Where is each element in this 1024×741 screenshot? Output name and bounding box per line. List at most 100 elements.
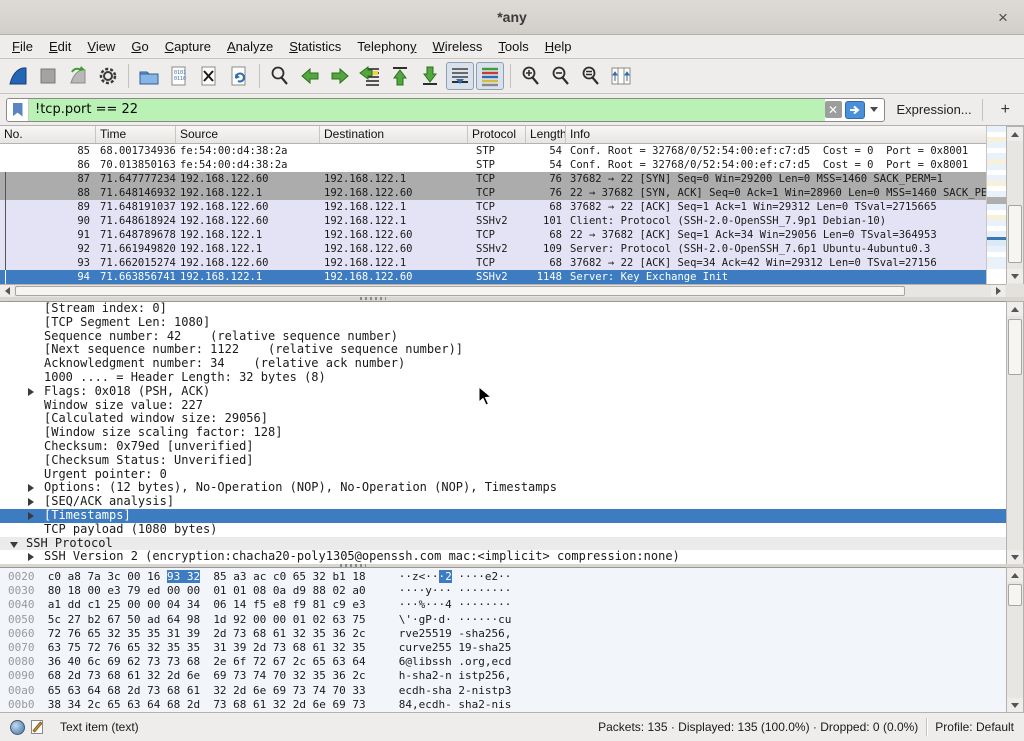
details-vscrollbar[interactable]	[1006, 301, 1024, 564]
packet-row[interactable]: 8971.648191037192.168.122.60192.168.122.…	[0, 200, 986, 214]
detail-row[interactable]: 1000 .... = Header Length: 32 bytes (8)	[0, 371, 1006, 385]
display-filter-field[interactable]: !tcp.port == 22 ✕	[6, 98, 885, 122]
hex-row[interactable]: 00b0 38 34 2c 65 63 64 68 2d 73 68 61 32…	[8, 698, 1024, 712]
column-header-protocol[interactable]: Protocol	[468, 126, 526, 143]
go-first-icon[interactable]	[386, 62, 414, 90]
scrollbar-thumb[interactable]	[1008, 584, 1022, 606]
display-filter-input[interactable]: !tcp.port == 22	[29, 99, 825, 121]
packet-row[interactable]: 9071.648618924192.168.122.60192.168.122.…	[0, 214, 986, 228]
filter-apply-icon[interactable]	[845, 101, 865, 119]
close-window-button[interactable]: ×	[992, 7, 1014, 29]
filter-bookmark-icon[interactable]	[7, 99, 29, 121]
scroll-down-icon[interactable]	[1007, 550, 1023, 564]
packet-row[interactable]: 8871.648146932192.168.122.1192.168.122.6…	[0, 186, 986, 200]
detail-row[interactable]: Flags: 0x018 (PSH, ACK)	[0, 385, 1006, 399]
packet-row[interactable]: 9371.662015274192.168.122.60192.168.122.…	[0, 256, 986, 270]
menu-wireless[interactable]: Wireless	[425, 37, 491, 56]
packet-row[interactable]: 9171.648789678192.168.122.1192.168.122.6…	[0, 228, 986, 242]
add-filter-button[interactable]: +	[993, 101, 1018, 119]
detail-row[interactable]: [Stream index: 0]	[0, 302, 1006, 316]
column-header-destination[interactable]: Destination	[320, 126, 468, 143]
hex-row[interactable]: 0060 72 76 65 32 35 35 31 39 2d 73 68 61…	[8, 627, 1024, 641]
hex-row[interactable]: 0070 63 75 72 76 65 32 35 35 31 39 2d 73…	[8, 641, 1024, 655]
stop-capture-icon[interactable]	[34, 62, 62, 90]
scroll-up-icon[interactable]	[1007, 302, 1023, 316]
hex-row[interactable]: 0050 5c 27 b2 67 50 ad 64 98 1d 92 00 00…	[8, 613, 1024, 627]
start-capture-icon[interactable]	[4, 62, 32, 90]
zoom-out-icon[interactable]	[547, 62, 575, 90]
detail-row[interactable]: [TCP Segment Len: 1080]	[0, 316, 1006, 330]
filter-history-dropdown-icon[interactable]	[870, 107, 878, 112]
auto-scroll-icon[interactable]	[446, 62, 474, 90]
expand-arrow-icon[interactable]	[28, 498, 34, 506]
detail-row[interactable]: Acknowledgment number: 34 (relative ack …	[0, 357, 1006, 371]
menu-capture[interactable]: Capture	[157, 37, 219, 56]
menu-file[interactable]: File	[4, 37, 41, 56]
scrollbar-thumb[interactable]	[1008, 319, 1022, 375]
menu-statistics[interactable]: Statistics	[281, 37, 349, 56]
expression-button[interactable]: Expression...	[897, 102, 972, 117]
column-header-length[interactable]: Length	[526, 126, 566, 143]
restart-capture-icon[interactable]	[64, 62, 92, 90]
column-header-no[interactable]: No.	[0, 126, 96, 143]
packet-list-hscrollbar[interactable]	[0, 284, 1006, 297]
find-packet-icon[interactable]	[266, 62, 294, 90]
scroll-up-icon[interactable]	[1007, 568, 1023, 582]
capture-options-icon[interactable]	[94, 62, 122, 90]
detail-row[interactable]: [Checksum Status: Unverified]	[0, 454, 1006, 468]
detail-row[interactable]: [Next sequence number: 1122 (relative se…	[0, 343, 1006, 357]
hex-row[interactable]: 0090 68 2d 73 68 61 32 2d 6e 69 73 74 70…	[8, 669, 1024, 683]
save-file-icon[interactable]: 01010110	[165, 62, 193, 90]
close-file-icon[interactable]	[195, 62, 223, 90]
go-forward-icon[interactable]	[326, 62, 354, 90]
detail-row[interactable]: Window size value: 227	[0, 399, 1006, 413]
scrollbar-thumb[interactable]	[1008, 205, 1022, 263]
packet-row[interactable]: 9471.663856741192.168.122.1192.168.122.6…	[0, 270, 986, 284]
expand-arrow-icon[interactable]	[28, 512, 34, 520]
title-bar[interactable]: *any ×	[0, 0, 1024, 35]
resize-columns-icon[interactable]	[607, 62, 635, 90]
hex-row[interactable]: 0080 36 40 6c 69 62 73 73 68 2e 6f 72 67…	[8, 655, 1024, 669]
scroll-down-icon[interactable]	[1007, 698, 1023, 712]
go-to-packet-icon[interactable]	[356, 62, 384, 90]
packet-row[interactable]: 8771.647777234192.168.122.60192.168.122.…	[0, 172, 986, 186]
expert-info-icon[interactable]	[10, 720, 25, 735]
status-profile[interactable]: Profile: Default	[935, 720, 1014, 734]
hex-row[interactable]: 0020 c0 a8 7a 3c 00 16 93 32 85 a3 ac c0…	[8, 570, 1024, 584]
detail-row[interactable]: Urgent pointer: 0	[0, 468, 1006, 482]
menu-help[interactable]: Help	[537, 37, 580, 56]
splitter-handle[interactable]	[360, 297, 386, 300]
menu-view[interactable]: View	[79, 37, 123, 56]
detail-row[interactable]: SSH Version 2 (encryption:chacha20-poly1…	[0, 550, 1006, 564]
detail-row[interactable]: Checksum: 0x79ed [unverified]	[0, 440, 1006, 454]
detail-row[interactable]: [Calculated window size: 29056]	[0, 412, 1006, 426]
packet-list-vscrollbar[interactable]	[1006, 126, 1024, 297]
packet-row[interactable]: 8670.013850163fe:54:00:d4:38:2aSTP54Conf…	[0, 158, 986, 172]
go-back-icon[interactable]	[296, 62, 324, 90]
packet-list-minimap[interactable]	[986, 126, 1006, 284]
detail-row[interactable]: Options: (12 bytes), No-Operation (NOP),…	[0, 481, 1006, 495]
scroll-left-icon[interactable]	[0, 285, 14, 297]
expand-arrow-icon[interactable]	[28, 484, 34, 492]
menu-analyze[interactable]: Analyze	[219, 37, 281, 56]
scroll-down-icon[interactable]	[1007, 269, 1023, 283]
menu-edit[interactable]: Edit	[41, 37, 79, 56]
capture-comment-icon[interactable]	[31, 719, 46, 735]
reload-file-icon[interactable]	[225, 62, 253, 90]
hex-row[interactable]: 0040 a1 dd c1 25 00 00 04 34 06 14 f5 e8…	[8, 598, 1024, 612]
packet-row[interactable]: 8568.001734936fe:54:00:d4:38:2aSTP54Conf…	[0, 144, 986, 158]
scroll-up-icon[interactable]	[1007, 127, 1023, 141]
packet-row[interactable]: 9271.661949820192.168.122.1192.168.122.6…	[0, 242, 986, 256]
bytes-vscrollbar[interactable]	[1006, 567, 1024, 712]
expand-arrow-icon[interactable]	[28, 388, 34, 396]
detail-row[interactable]: [Timestamps]	[0, 509, 1006, 523]
expand-arrow-icon[interactable]	[28, 553, 34, 561]
packet-list-header[interactable]: No. Time Source Destination Protocol Len…	[0, 126, 986, 144]
detail-row[interactable]: SSH Protocol	[0, 537, 1006, 551]
open-file-icon[interactable]	[135, 62, 163, 90]
menu-telephony[interactable]: Telephony	[349, 37, 424, 56]
detail-row[interactable]: TCP payload (1080 bytes)	[0, 523, 1006, 537]
column-header-info[interactable]: Info	[566, 126, 986, 143]
go-last-icon[interactable]	[416, 62, 444, 90]
menu-tools[interactable]: Tools	[490, 37, 536, 56]
